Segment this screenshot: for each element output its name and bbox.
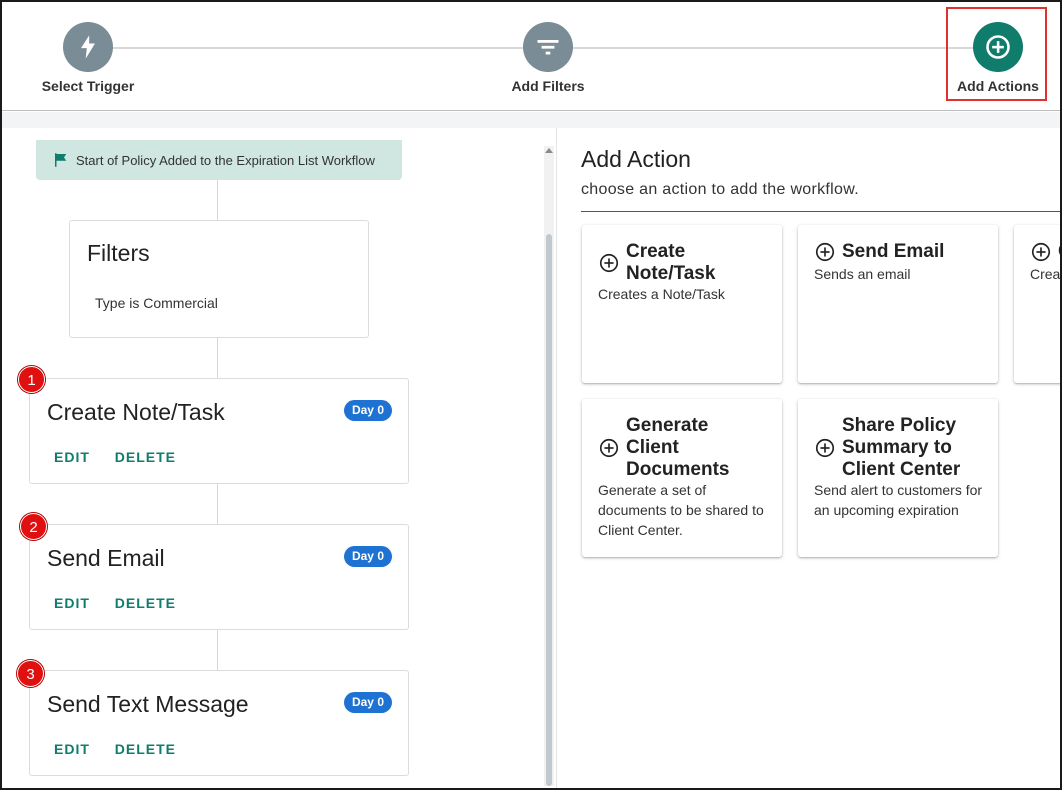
option-partially-visible[interactable]: C Crea <box>1014 225 1060 383</box>
card-actions: EDIT DELETE <box>54 449 196 465</box>
option-create-note-task[interactable]: Create Note/Task Creates a Note/Task <box>582 225 782 383</box>
option-title: Send Email <box>842 241 945 262</box>
option-title: C <box>1058 241 1060 263</box>
option-generate-client-documents[interactable]: Generate Client Documents Generate a set… <box>582 399 782 557</box>
delete-button[interactable]: DELETE <box>115 741 176 757</box>
plus-circle-icon <box>599 253 619 273</box>
card-actions: EDIT DELETE <box>54 741 196 757</box>
action-title: Send Email <box>47 545 165 571</box>
option-header: Send Email <box>814 241 944 263</box>
card-actions: EDIT DELETE <box>54 595 196 611</box>
edit-button[interactable]: EDIT <box>54 449 90 465</box>
add-action-subtitle: choose an action to add the workflow. <box>581 181 859 198</box>
delete-button[interactable]: DELETE <box>115 449 176 465</box>
scroll-up-arrow-icon[interactable] <box>545 148 553 153</box>
lightning-icon <box>81 35 95 59</box>
option-header: Generate Client Documents <box>598 415 746 481</box>
day-badge: Day 0 <box>343 692 392 713</box>
step-label: Select Trigger <box>41 78 135 94</box>
vertical-scrollbar[interactable] <box>544 146 554 786</box>
day-badge: Day 0 <box>343 546 392 567</box>
step-number-badge: 1 <box>18 366 45 393</box>
plus-circle-icon <box>1031 242 1051 262</box>
option-description: Crea <box>1030 266 1060 282</box>
plus-circle-icon <box>815 438 835 458</box>
workflow-stepper: Select Trigger Add Filters Add Actions <box>2 2 1060 111</box>
filters-card[interactable]: Filters Type is Commercial <box>69 220 369 338</box>
step-number-badge: 2 <box>20 513 47 540</box>
divider <box>581 211 1060 212</box>
plus-circle-icon <box>815 242 835 262</box>
flag-icon <box>55 153 67 167</box>
option-title: Share Policy Summary to Client Center <box>842 415 961 480</box>
connector-line <box>217 338 218 378</box>
step-select-trigger[interactable]: Select Trigger <box>18 2 158 94</box>
step-circle[interactable] <box>973 22 1023 72</box>
step-number-badge: 3 <box>17 660 44 687</box>
add-action-title: Add Action <box>581 146 691 172</box>
option-header: Share Policy Summary to Client Center <box>814 415 982 481</box>
filter-icon <box>537 40 559 55</box>
option-share-policy-summary[interactable]: Share Policy Summary to Client Center Se… <box>798 399 998 557</box>
action-title: Create Note/Task <box>47 399 225 425</box>
option-send-email[interactable]: Send Email Sends an email <box>798 225 998 383</box>
action-title: Send Text Message <box>47 691 249 717</box>
connector-line <box>217 180 218 220</box>
option-description: Generate a set of documents to be shared… <box>598 482 764 538</box>
option-header: Create Note/Task <box>598 241 746 285</box>
action-card-create-note-task: Create Note/Task Day 0 EDIT DELETE <box>29 378 409 484</box>
edit-button[interactable]: EDIT <box>54 741 90 757</box>
option-description: Creates a Note/Task <box>598 286 725 302</box>
workflow-start-banner: Start of Policy Added to the Expiration … <box>36 140 402 180</box>
step-circle[interactable] <box>523 22 573 72</box>
plus-circle-icon <box>599 438 619 458</box>
scroll-thumb[interactable] <box>546 234 552 786</box>
option-title: Create Note/Task <box>626 241 716 284</box>
option-description: Sends an email <box>814 266 911 282</box>
option-title: Generate Client Documents <box>626 415 730 480</box>
option-description: Send alert to customers for an upcoming … <box>814 482 983 518</box>
action-card-send-email: Send Email Day 0 EDIT DELETE <box>29 524 409 630</box>
action-card-send-text-message: Send Text Message Day 0 EDIT DELETE <box>29 670 409 776</box>
delete-button[interactable]: DELETE <box>115 595 176 611</box>
step-add-filters[interactable]: Add Filters <box>478 2 618 94</box>
add-action-panel: Add Action choose an action to add the w… <box>556 128 1060 788</box>
step-label: Add Filters <box>511 78 585 94</box>
start-banner-text: Start of Policy Added to the Expiration … <box>76 152 375 168</box>
plus-circle-icon <box>986 35 1010 59</box>
connector-line <box>217 484 218 524</box>
step-circle[interactable] <box>63 22 113 72</box>
day-badge: Day 0 <box>343 400 392 421</box>
divider-strip <box>2 112 1060 128</box>
filters-text: Type is Commercial <box>95 295 218 311</box>
edit-button[interactable]: EDIT <box>54 595 90 611</box>
filters-title: Filters <box>87 240 150 266</box>
option-header: C <box>1030 241 1060 263</box>
connector-line <box>217 630 218 670</box>
